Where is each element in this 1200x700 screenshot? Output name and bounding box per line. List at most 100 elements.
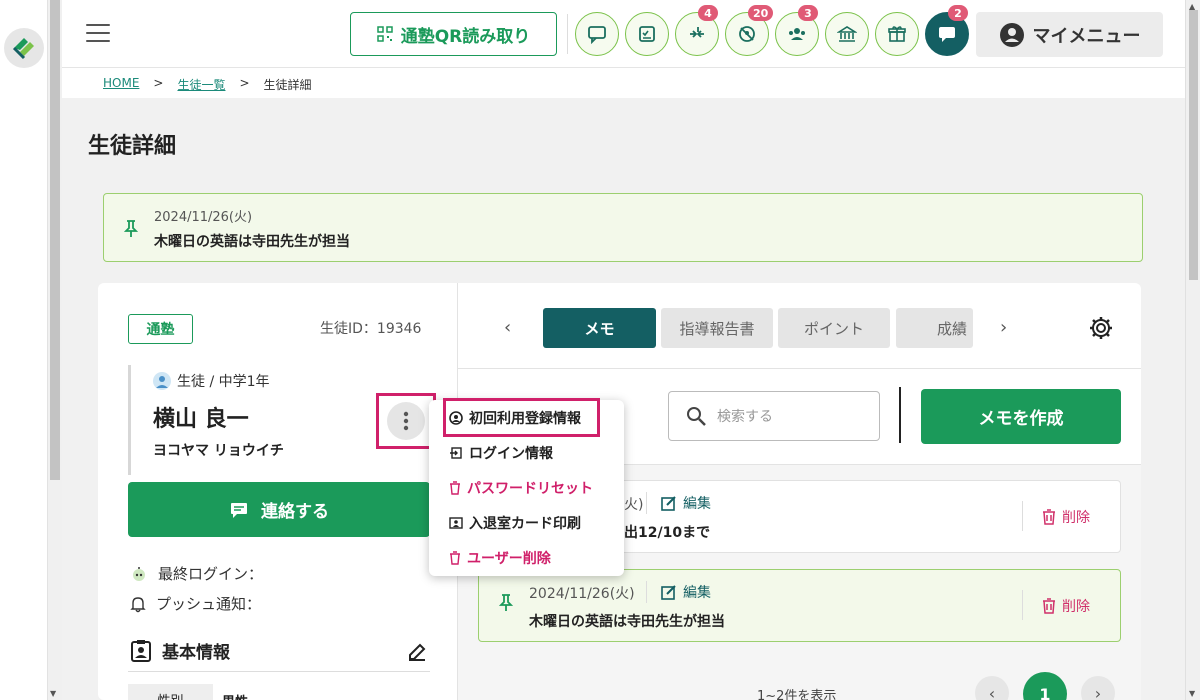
tab-grades[interactable]: 成績 <box>896 308 973 348</box>
bell-icon <box>130 596 146 612</box>
divider <box>1022 590 1023 620</box>
collapse-arrows-icon[interactable]: 4 <box>675 5 719 56</box>
login-icon <box>450 447 462 459</box>
student-profile-panel: 通塾 生徒ID：19346 生徒 / 中学1年 横山 良一 ヨコヤマ リョウイチ… <box>98 283 458 700</box>
right-scrollbar-thumb[interactable] <box>1189 10 1198 280</box>
menu-item-label: パスワードリセット <box>467 481 593 497</box>
top-header: 通塾QR読み取り 4 20 3 2 マイメニュー <box>62 0 1185 68</box>
student-id: 生徒ID：19346 <box>320 321 422 337</box>
memo-body: 出12/10まで <box>624 525 711 541</box>
memo-delete-button[interactable]: 削除 <box>1042 596 1090 616</box>
breadcrumb: HOME > 生徒一覧 > 生徒詳細 <box>103 76 312 93</box>
memo-delete-label: 削除 <box>1062 510 1090 526</box>
id-card-icon <box>449 517 463 529</box>
pagination-summary: 1~2件を表示 <box>757 689 837 700</box>
account-circle-icon <box>999 22 1024 47</box>
group-icon[interactable]: 3 <box>775 5 819 56</box>
kebab-menu-icon <box>403 411 409 431</box>
pin-icon <box>123 220 139 242</box>
kebab-highlight <box>376 393 436 449</box>
divider <box>1022 501 1023 531</box>
robot-icon <box>133 566 145 581</box>
my-menu-button[interactable]: マイメニュー <box>976 12 1163 57</box>
student-name: 横山 良一 <box>153 407 249 432</box>
header-divider <box>567 14 568 54</box>
last-login-row: 最終ログイン： <box>130 563 263 584</box>
menu-item-password-reset[interactable]: パスワードリセット <box>449 478 593 498</box>
tab-guidance-report[interactable]: 指導報告書 <box>661 308 773 348</box>
breadcrumb-current: 生徒詳細 <box>263 78 312 92</box>
tab-memo[interactable]: メモ <box>543 308 656 348</box>
search-input[interactable]: 検索する <box>668 391 880 441</box>
divider <box>646 492 647 514</box>
menu-item-label: 入退室カード印刷 <box>469 516 581 532</box>
student-kana: ヨコヤマ リョウイチ <box>153 443 284 459</box>
edit-icon <box>661 496 676 511</box>
menu-item-login-info[interactable]: ログイン情報 <box>449 443 553 463</box>
search-icon <box>687 407 706 426</box>
badge-count: 2 <box>948 5 968 21</box>
gift-icon[interactable] <box>875 12 919 56</box>
pinned-notice: 2024/11/26(火) 木曜日の英語は寺田先生が担当 <box>103 193 1143 262</box>
menu-item-label: ユーザー削除 <box>467 551 551 567</box>
student-avatar-icon <box>153 372 171 390</box>
memo-edit-label: 編集 <box>683 496 711 512</box>
contact-button-label: 連絡する <box>261 502 329 522</box>
trash-icon <box>1043 509 1055 525</box>
breadcrumb-home-link[interactable]: HOME <box>103 76 139 93</box>
menu-item-label: ログイン情報 <box>469 446 553 462</box>
breadcrumb-separator: > <box>239 76 250 90</box>
trash-icon <box>450 481 460 495</box>
checklist-icon[interactable] <box>625 12 669 56</box>
badge-count: 3 <box>798 5 818 21</box>
left-scrollbar[interactable]: ▼ <box>48 0 62 700</box>
status-badge: 通塾 <box>128 314 193 344</box>
left-scrollbar-thumb[interactable] <box>50 0 60 480</box>
my-menu-label: マイメニュー <box>1032 25 1141 47</box>
breadcrumb-student-list-link[interactable]: 生徒一覧 <box>177 76 225 93</box>
trash-icon <box>1043 598 1055 614</box>
qr-code-icon <box>376 26 393 42</box>
id-badge-icon <box>131 639 151 662</box>
memo-delete-button[interactable]: 削除 <box>1042 507 1090 527</box>
create-memo-button[interactable]: メモを作成 <box>921 389 1121 444</box>
toolbar-divider <box>899 387 901 443</box>
scroll-down-arrow-icon[interactable]: ▼ <box>1189 689 1195 698</box>
contact-button[interactable]: 連絡する <box>128 482 430 537</box>
qr-scan-button[interactable]: 通塾QR読み取り <box>350 12 557 56</box>
memo-body: 木曜日の英語は寺田先生が担当 <box>529 614 725 630</box>
gender-label: 性別 <box>128 684 213 700</box>
menu-item-delete-user[interactable]: ユーザー削除 <box>449 548 551 568</box>
logo-icon <box>12 38 34 60</box>
right-scrollbar[interactable]: ▲ ▼ <box>1185 0 1200 700</box>
divider <box>646 581 647 603</box>
tab-next-chevron-icon[interactable]: › <box>1000 317 1007 338</box>
page-title: 生徒詳細 <box>88 134 177 159</box>
student-role: 生徒 / 中学1年 <box>153 371 270 391</box>
menu-item-print-card[interactable]: 入退室カード印刷 <box>449 513 581 533</box>
breadcrumb-separator: > <box>153 76 164 90</box>
pin-icon <box>498 594 514 616</box>
more-options-button[interactable] <box>387 402 425 440</box>
bank-icon[interactable] <box>825 12 869 56</box>
gear-icon[interactable] <box>1088 315 1114 345</box>
notice-text: 木曜日の英語は寺田先生が担当 <box>154 234 350 250</box>
hamburger-menu-icon[interactable] <box>86 24 110 42</box>
message-icon[interactable]: 2 <box>925 5 969 56</box>
tab-prev-chevron-icon[interactable]: ‹ <box>504 317 511 338</box>
memo-edit-button[interactable]: 編集 <box>661 493 711 513</box>
badge-count: 20 <box>748 5 774 21</box>
memo-edit-label: 編集 <box>683 585 711 601</box>
app-logo[interactable] <box>4 28 44 68</box>
location-off-icon[interactable]: 20 <box>725 5 774 56</box>
memo-edit-button[interactable]: 編集 <box>661 582 711 602</box>
message-icon <box>231 502 247 518</box>
search-placeholder: 検索する <box>717 409 773 425</box>
tab-points[interactable]: ポイント <box>778 308 890 348</box>
scroll-down-arrow-icon[interactable]: ▼ <box>50 689 56 698</box>
last-login-label: 最終ログイン： <box>158 565 264 583</box>
memo-item-pinned: 2024/11/26(火) 編集 木曜日の英語は寺田先生が担当 削除 <box>478 569 1121 642</box>
chat-bubble-icon[interactable] <box>575 12 619 56</box>
edit-icon[interactable] <box>406 641 428 667</box>
memo-date: 2024/11/26(火) <box>529 586 635 602</box>
